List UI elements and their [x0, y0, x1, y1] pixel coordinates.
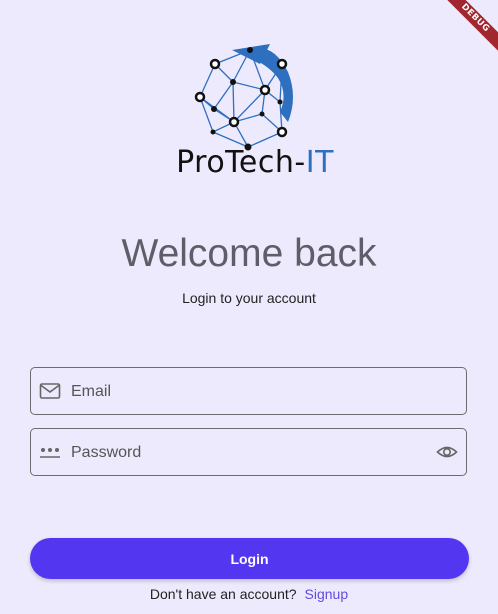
signup-link[interactable]: Signup	[305, 586, 349, 602]
email-field[interactable]	[30, 367, 467, 416]
mail-icon	[39, 383, 61, 399]
email-input[interactable]	[69, 368, 422, 416]
password-input[interactable]	[69, 429, 422, 477]
signup-prompt-text: Don't have an account?	[149, 586, 297, 602]
password-field[interactable]	[30, 428, 467, 477]
logo-wordmark-main: ProTech-	[176, 145, 306, 180]
debug-banner-label: DEBUG	[438, 0, 498, 55]
password-dots-icon	[40, 448, 60, 458]
welcome-title: Welcome back	[121, 232, 377, 275]
welcome-subtitle: Login to your account	[182, 290, 316, 306]
eye-icon[interactable]	[436, 442, 458, 462]
signup-prompt: Don't have an account? Signup	[0, 586, 498, 602]
logo-wordmark: ProTech-IT	[170, 145, 340, 180]
logo-wordmark-accent: IT	[305, 145, 334, 180]
debug-banner: DEBUG	[438, 0, 498, 60]
login-button[interactable]: Login	[30, 538, 469, 579]
